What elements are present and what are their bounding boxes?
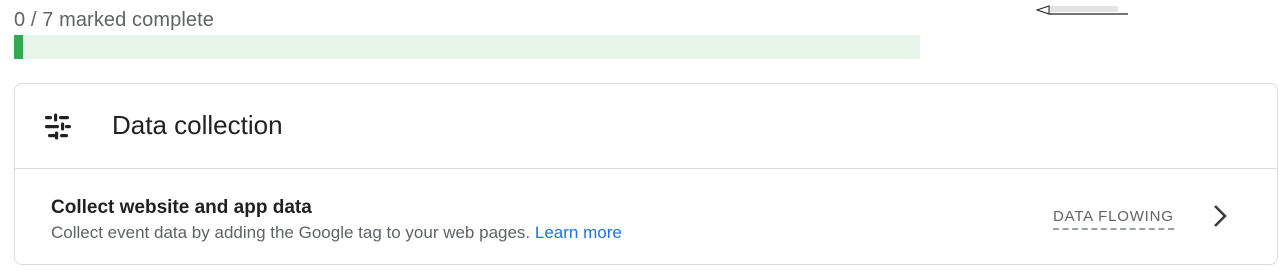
row-description: Collect event data by adding the Google … bbox=[51, 222, 622, 244]
card-header: Data collection bbox=[15, 84, 1277, 169]
row-title: Collect website and app data bbox=[51, 197, 312, 218]
progress-label: 0 / 7 marked complete bbox=[14, 9, 214, 31]
status-badge: DATA FLOWING bbox=[1053, 207, 1174, 230]
learn-more-link[interactable]: Learn more bbox=[535, 223, 622, 242]
progress-fill bbox=[14, 35, 24, 59]
data-collection-card: Data collection Collect website and app … bbox=[14, 83, 1278, 265]
progress-bar bbox=[14, 35, 920, 59]
arrow-left-icon bbox=[1035, 5, 1128, 15]
list-item-collect-data[interactable]: Collect website and app data Collect eve… bbox=[15, 169, 1277, 265]
tune-icon bbox=[45, 113, 71, 140]
section-title: Data collection bbox=[112, 110, 283, 140]
row-description-text: Collect event data by adding the Google … bbox=[51, 223, 531, 242]
chevron-right-icon[interactable] bbox=[1209, 202, 1233, 230]
